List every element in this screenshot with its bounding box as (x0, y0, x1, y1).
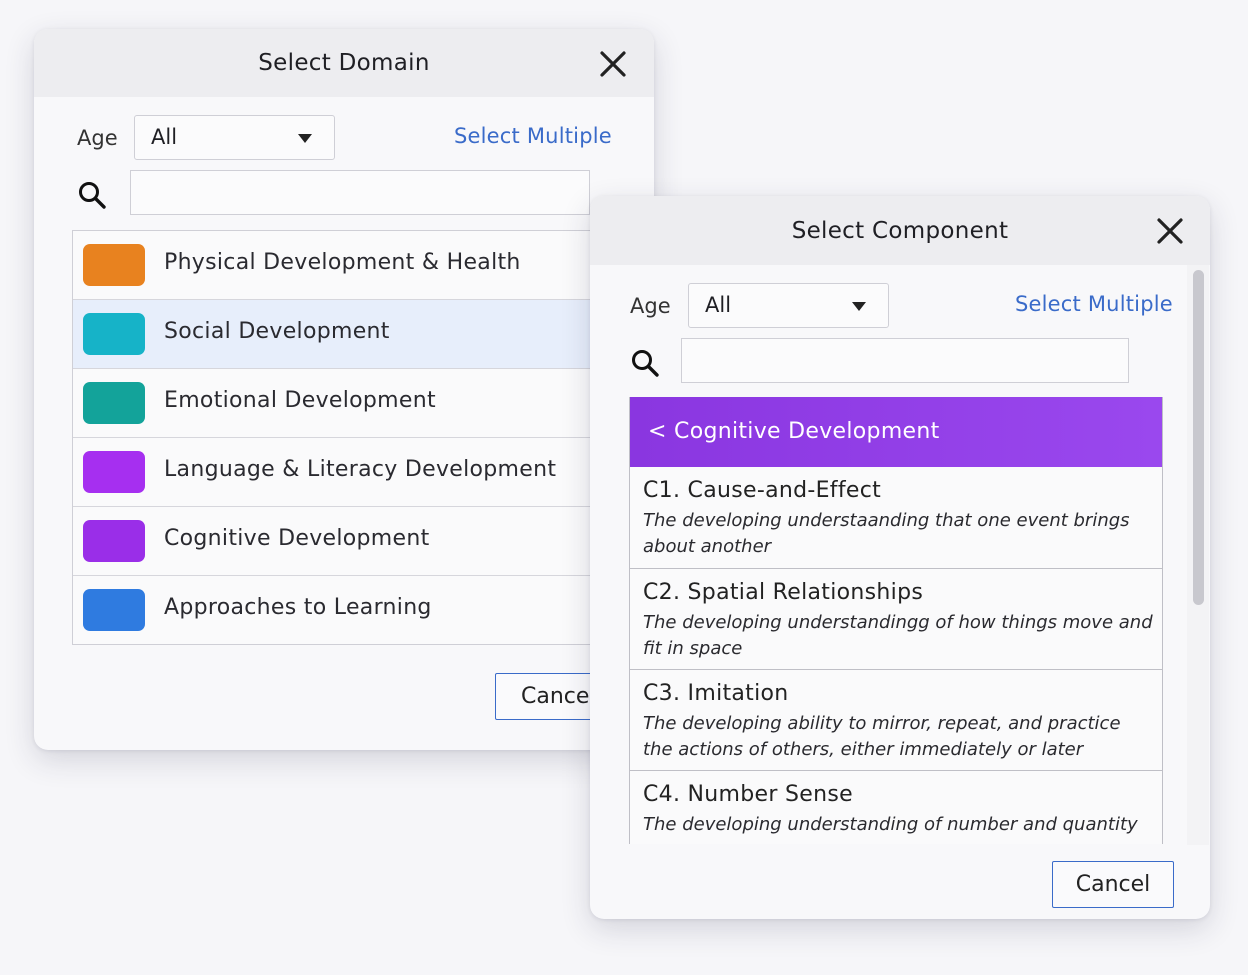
domain-dialog-title: Select Domain (258, 50, 430, 76)
domain-item-approaches[interactable]: Approaches to Learning (73, 576, 613, 644)
domain-item-label: Social Development (164, 319, 390, 344)
component-item-c2[interactable]: C2. Spatial Relationships The developing… (630, 568, 1162, 669)
component-title: C2. Spatial Relationships (643, 580, 924, 605)
component-item-c3[interactable]: C3. Imitation The developing ability to … (630, 669, 1162, 770)
domain-item-label: Language & Literacy Development (164, 457, 557, 482)
domain-item-emotional[interactable]: Emotional Development (73, 369, 613, 438)
back-to-cognitive-development-button[interactable]: < Cognitive Development (630, 397, 1162, 467)
domain-close-button[interactable] (598, 49, 628, 79)
domain-item-label: Emotional Development (164, 388, 436, 413)
component-age-label: Age (630, 294, 671, 318)
component-description: The developing understanding of number a… (643, 814, 1138, 835)
domain-age-dropdown[interactable]: All (134, 115, 335, 160)
component-search-input[interactable] (681, 338, 1129, 383)
back-label: < Cognitive Development (648, 419, 940, 444)
domain-list: Physical Development & Health Social Dev… (72, 230, 614, 645)
domain-item-language[interactable]: Language & Literacy Development (73, 438, 613, 507)
domain-item-label: Approaches to Learning (164, 595, 432, 620)
component-close-button[interactable] (1155, 216, 1185, 246)
domain-dialog-header: Select Domain (34, 29, 654, 97)
component-dialog-header: Select Component (590, 196, 1210, 265)
domain-age-label: Age (77, 126, 118, 150)
component-age-value: All (705, 293, 732, 317)
component-scrollbar-thumb[interactable] (1193, 270, 1204, 605)
domain-select-multiple-link[interactable]: Select Multiple (454, 124, 612, 148)
component-title: C4. Number Sense (643, 782, 853, 807)
search-icon (632, 350, 659, 377)
close-icon (1157, 218, 1183, 244)
close-icon (600, 51, 626, 77)
component-item-c1[interactable]: C1. Cause-and-Effect The developing unde… (630, 467, 1162, 568)
domain-color-swatch (83, 244, 145, 286)
component-dialog-title: Select Component (791, 218, 1009, 244)
component-description: The developing ability to mirror, repeat… (643, 713, 1121, 760)
domain-item-label: Physical Development & Health (164, 250, 521, 275)
component-description: The developing understaanding that one e… (643, 510, 1130, 557)
component-title: C1. Cause-and-Effect (643, 478, 882, 503)
component-age-dropdown[interactable]: All (688, 283, 889, 328)
domain-item-cognitive[interactable]: Cognitive Development (73, 507, 613, 576)
domain-item-social[interactable]: Social Development (73, 300, 613, 369)
domain-color-swatch (83, 589, 145, 631)
chevron-down-icon (298, 134, 312, 143)
domain-item-physical[interactable]: Physical Development & Health (73, 231, 613, 300)
domain-color-swatch (83, 451, 145, 493)
component-select-multiple-link[interactable]: Select Multiple (1015, 292, 1173, 316)
domain-age-value: All (151, 125, 178, 149)
domain-item-label: Cognitive Development (164, 526, 430, 551)
domain-color-swatch (83, 382, 145, 424)
domain-color-swatch (83, 313, 145, 355)
domain-search-input[interactable] (130, 170, 590, 215)
component-item-c4[interactable]: C4. Number Sense The developing understa… (630, 770, 1162, 844)
component-title: C3. Imitation (643, 681, 789, 706)
component-list: < Cognitive Development C1. Cause-and-Ef… (629, 397, 1163, 844)
chevron-down-icon (852, 302, 866, 311)
search-icon (79, 182, 106, 209)
component-cancel-button[interactable]: Cancel (1052, 861, 1174, 908)
domain-color-swatch (83, 520, 145, 562)
component-description: The developing understandingg of how thi… (643, 612, 1153, 659)
